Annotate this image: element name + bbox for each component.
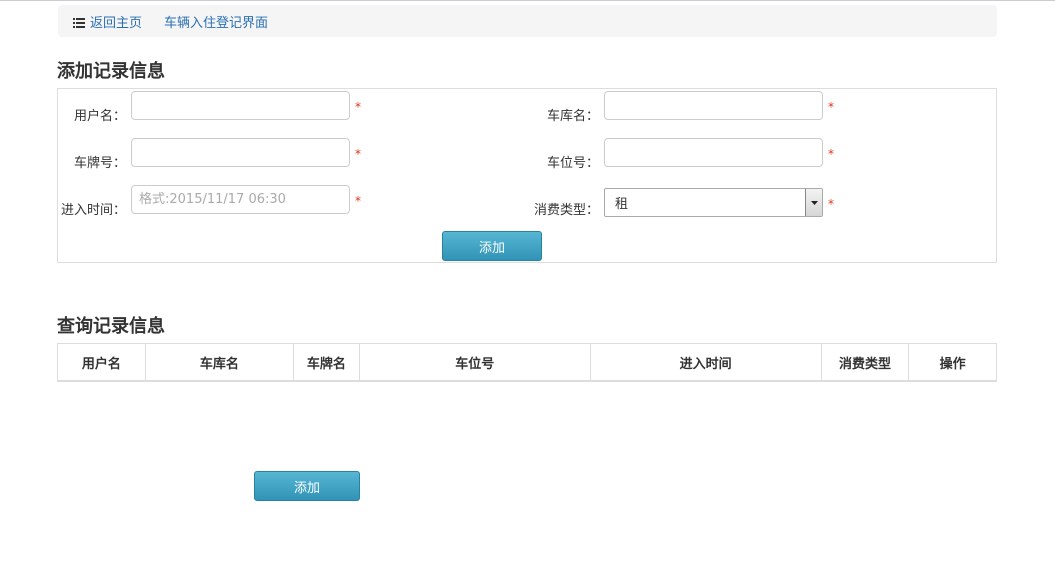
column-header-plate-name: 车牌名 — [293, 343, 360, 382]
garage-name-required-mark: * — [828, 100, 834, 114]
garage-name-input[interactable] — [604, 91, 823, 120]
garage-name-label: 车库名： — [546, 109, 599, 124]
query-add-button[interactable]: 添加 — [254, 471, 360, 501]
breadcrumb: 返回主页 车辆入住登记界面 — [58, 5, 997, 37]
space-number-input[interactable] — [604, 138, 823, 167]
column-header-username: 用户名 — [57, 343, 146, 382]
consumption-type-select[interactable]: 租 — [604, 188, 823, 217]
add-section-title: 添加记录信息 — [57, 61, 165, 82]
records-table: 用户名 车库名 车牌名 车位号 进入时间 消费类型 操作 — [57, 343, 997, 382]
column-header-space-number: 车位号 — [358, 343, 591, 382]
column-header-consumption-type: 消费类型 — [820, 343, 909, 382]
list-icon — [73, 17, 85, 28]
query-section-title: 查询记录信息 — [57, 316, 165, 337]
consumption-type-label: 消费类型： — [533, 203, 599, 218]
plate-number-input[interactable] — [131, 138, 350, 167]
consumption-type-required-mark: * — [828, 197, 834, 211]
column-header-actions: 操作 — [908, 343, 997, 382]
entry-time-label: 进入时间： — [60, 203, 126, 218]
entry-time-required-mark: * — [355, 194, 361, 208]
username-label: 用户名： — [73, 109, 126, 124]
column-header-garage-name: 车库名 — [144, 343, 294, 382]
breadcrumb-home-link[interactable]: 返回主页 — [73, 12, 142, 31]
username-required-mark: * — [355, 100, 361, 114]
dropdown-arrow-button[interactable] — [805, 189, 822, 216]
breadcrumb-current-link[interactable]: 车辆入住登记界面 — [164, 12, 268, 31]
space-number-label: 车位号： — [546, 156, 599, 171]
table-header-row: 用户名 车库名 车牌名 车位号 进入时间 消费类型 操作 — [57, 343, 997, 382]
chevron-down-icon — [810, 200, 818, 205]
breadcrumb-home-label: 返回主页 — [90, 15, 143, 31]
space-number-required-mark: * — [828, 147, 834, 161]
plate-number-required-mark: * — [355, 147, 361, 161]
add-record-button[interactable]: 添加 — [442, 231, 542, 261]
consumption-type-value: 租 — [615, 197, 629, 212]
column-header-entry-time: 进入时间 — [589, 343, 822, 382]
entry-time-input[interactable] — [131, 185, 350, 214]
add-record-form: 用户名： * 车库名： * 车牌号： * 车位号： * 进入时间： * 消费类型… — [57, 88, 997, 263]
plate-number-label: 车牌号： — [73, 156, 126, 171]
username-input[interactable] — [131, 91, 350, 120]
